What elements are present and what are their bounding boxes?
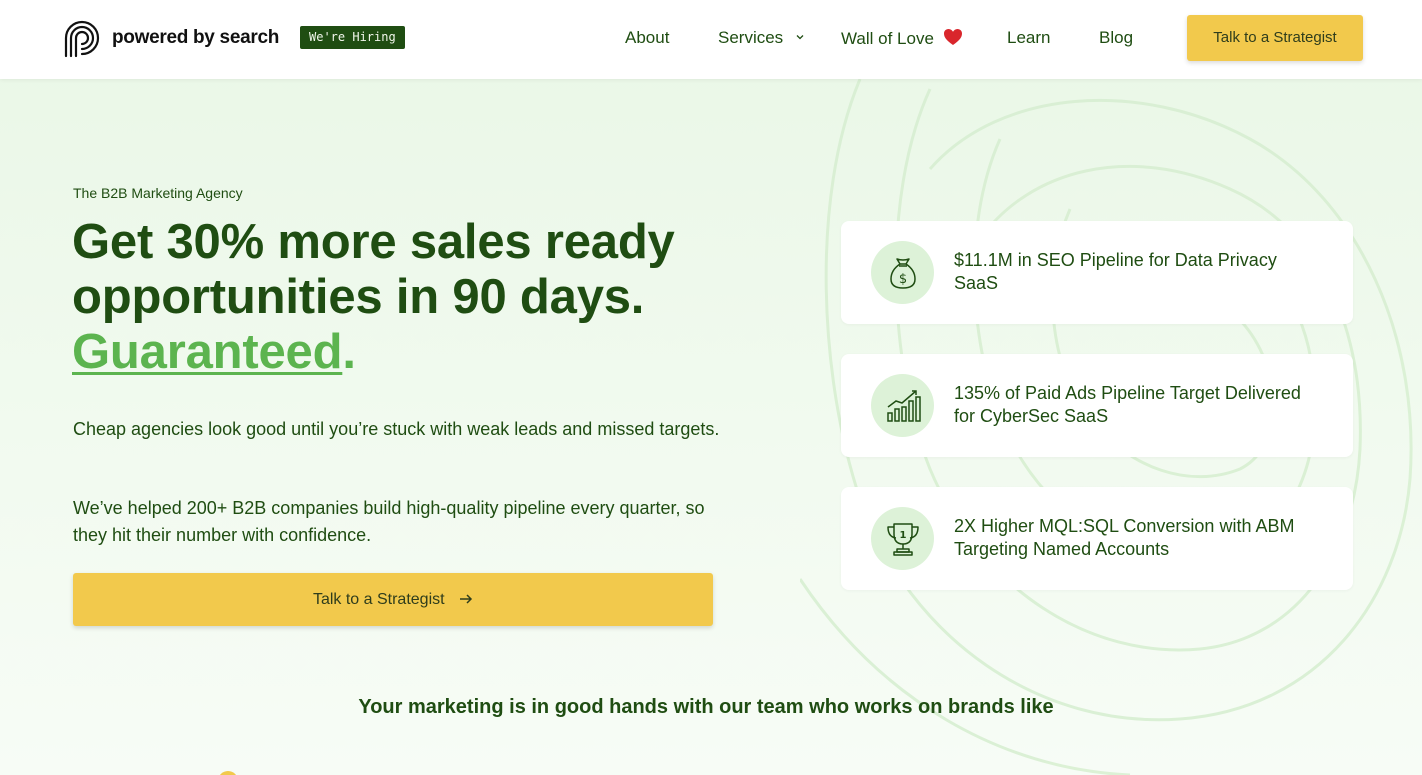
stat-icon-wrap (871, 374, 934, 437)
heart-icon (943, 29, 962, 45)
nav-services-label: Services (718, 28, 784, 47)
partial-brand-logo (218, 771, 238, 775)
stat-card: 135% of Paid Ads Pipeline Target Deliver… (841, 354, 1353, 457)
nav-learn[interactable]: Learn (1007, 28, 1050, 48)
site-header: powered by search We're Hiring About Ser… (0, 0, 1422, 79)
nav-about[interactable]: About (625, 28, 669, 48)
hiring-badge[interactable]: We're Hiring (300, 26, 405, 49)
logo[interactable]: powered by search (62, 18, 279, 58)
hero-cta-label: Talk to a Strategist (312, 591, 445, 608)
hero-paragraph-2: We’ve helped 200+ B2B companies build hi… (73, 498, 705, 545)
nav-blog-label: Blog (1099, 28, 1134, 47)
hero-paragraph-1: Cheap agencies look good until you’re st… (73, 419, 720, 439)
money-bag-icon: $ (889, 257, 916, 289)
stat-card: 1 2X Higher MQL:SQL Conversion with ABM … (841, 487, 1353, 590)
svg-text:1: 1 (899, 530, 906, 541)
headline-accent: Guaranteed (72, 325, 343, 379)
hero-cta-button[interactable]: Talk to a Strategist (73, 573, 713, 626)
trophy-icon: 1 (886, 522, 919, 556)
stat-icon-wrap: 1 (871, 507, 934, 570)
nav-wall-of-love-label: Wall of Love (841, 29, 934, 48)
nav-blog[interactable]: Blog (1099, 28, 1133, 48)
hero-headline: Get 30% more sales ready opportunities i… (72, 215, 772, 380)
svg-text:$: $ (898, 272, 906, 287)
hero-eyebrow: The B2B Marketing Agency (73, 185, 243, 201)
header-cta-button[interactable]: Talk to a Strategist (1187, 15, 1363, 61)
nav-services[interactable]: Services (718, 28, 804, 48)
stat-text: $11.1M in SEO Pipeline for Data Privacy … (954, 250, 1277, 293)
headline-line-2: opportunities in 90 days. (72, 270, 645, 324)
stat-card: $ $11.1M in SEO Pipeline for Data Privac… (841, 221, 1353, 324)
headline-period: . (342, 325, 356, 379)
nav-learn-label: Learn (1007, 28, 1051, 47)
headline-line-1: Get 30% more sales ready (72, 215, 675, 269)
nav-about-label: About (625, 28, 670, 47)
nav-wall-of-love[interactable]: Wall of Love (841, 28, 963, 49)
growth-chart-icon (886, 389, 921, 422)
brands-heading: Your marketing is in good hands with our… (358, 696, 1054, 718)
stat-icon-wrap: $ (871, 241, 934, 304)
logo-mark-icon (64, 20, 100, 58)
logo-text: powered by search (112, 27, 280, 48)
stat-text: 2X Higher MQL:SQL Conversion with ABM Ta… (954, 516, 1295, 559)
chevron-down-icon (796, 35, 804, 40)
arrow-right-icon (460, 594, 473, 604)
stat-text: 135% of Paid Ads Pipeline Target Deliver… (954, 383, 1301, 426)
